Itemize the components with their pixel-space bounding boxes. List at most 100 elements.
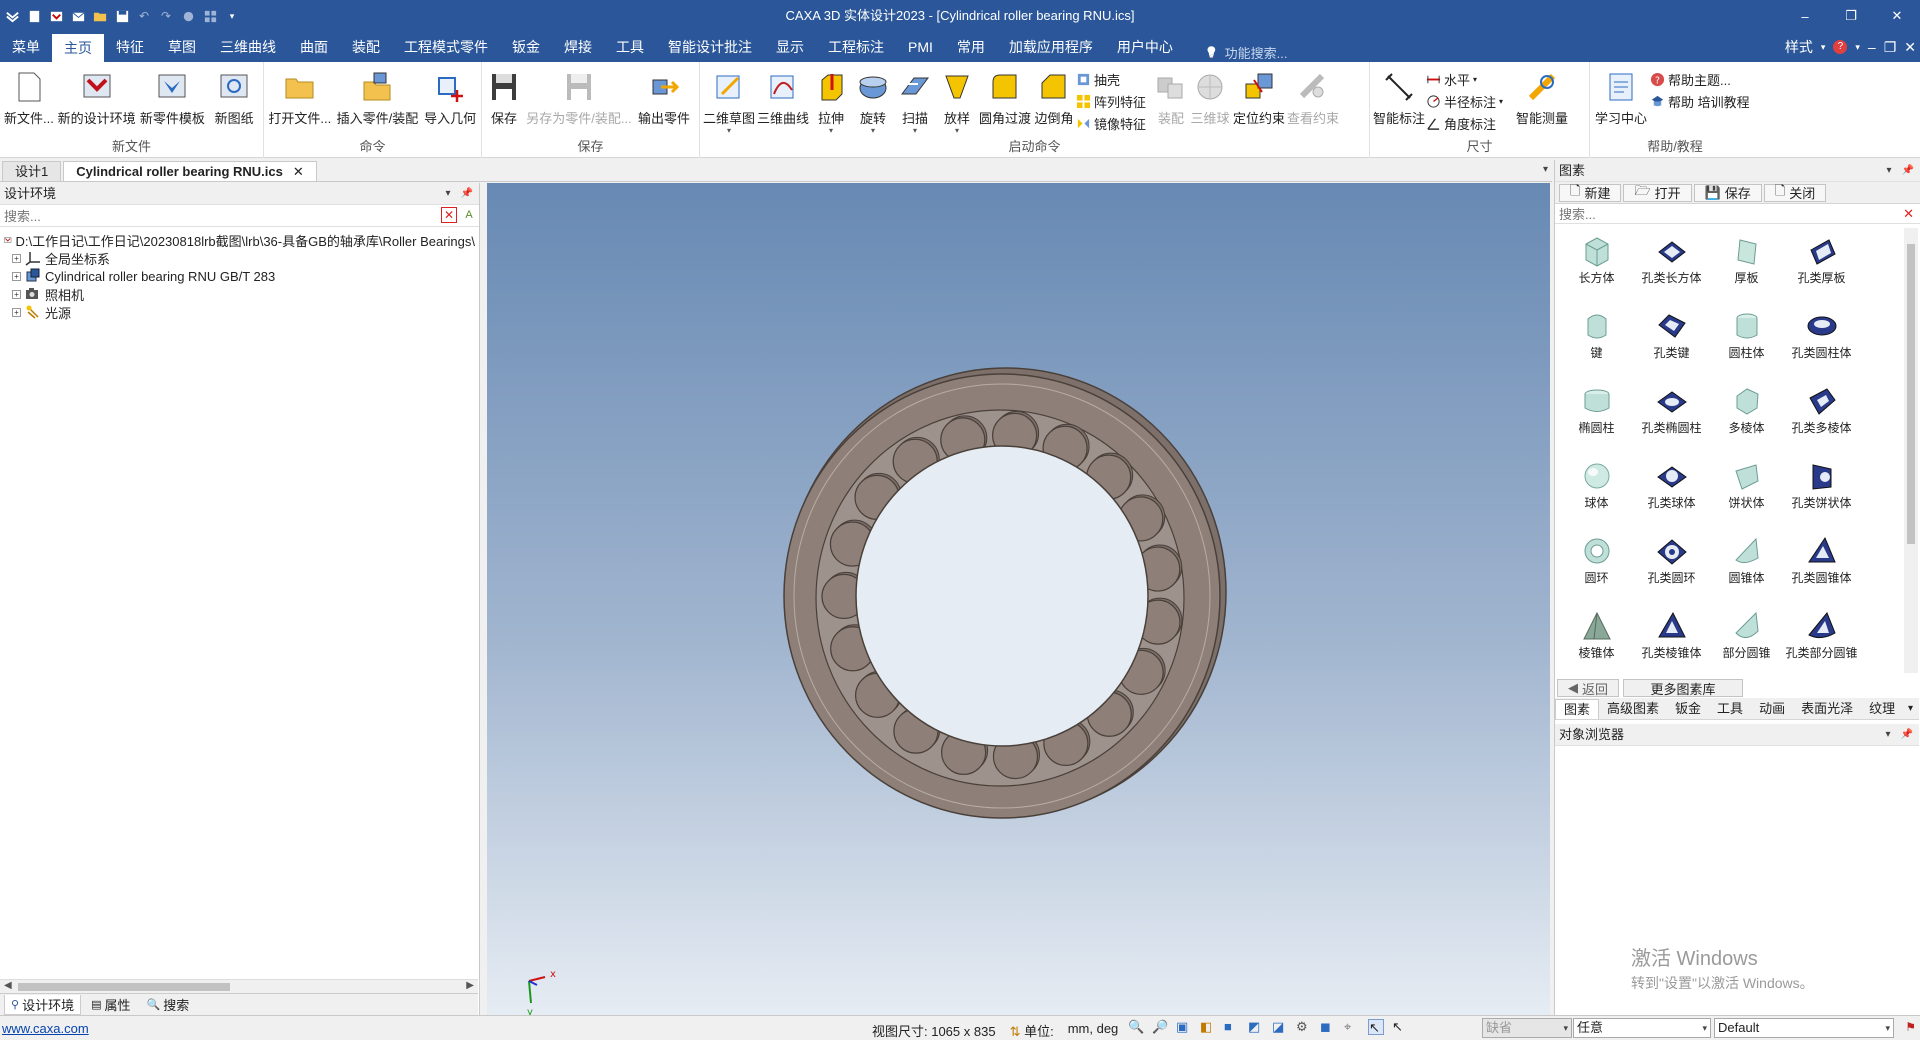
help-caret-icon[interactable]: ▾ xyxy=(1855,42,1860,53)
doc-tab-design1[interactable]: 设计1 xyxy=(2,161,62,181)
style-menu[interactable]: 样式 xyxy=(1785,37,1813,57)
primitive-item[interactable]: 孔类长方体 xyxy=(1634,228,1709,303)
clear-search-icon[interactable]: ✕ xyxy=(1903,206,1914,222)
more-libraries-button[interactable]: 更多图素库 xyxy=(1623,679,1744,697)
grid-tool-icon[interactable] xyxy=(202,8,218,24)
loft-button[interactable]: 放样 ▾ xyxy=(936,64,978,140)
zoom-window-icon[interactable]: 🔎 xyxy=(1152,1019,1168,1035)
tree-item-bearing[interactable]: + Cylindrical roller bearing RNU GB/T 28… xyxy=(4,267,475,285)
selection-dropdown[interactable]: 任意 ▾ xyxy=(1573,1018,1711,1038)
new-file-icon[interactable] xyxy=(26,8,42,24)
feature-search[interactable]: 💡 功能搜索... xyxy=(1205,43,1288,62)
clear-search-icon[interactable]: ✕ xyxy=(441,207,457,223)
primitive-item[interactable]: 孔类椭圆柱 xyxy=(1634,378,1709,453)
lighting-icon[interactable]: ◪ xyxy=(1272,1019,1288,1035)
sketch-2d-button[interactable]: 二维草图 ▾ xyxy=(702,64,756,140)
primitive-item[interactable]: 孔类圆柱体 xyxy=(1784,303,1859,378)
horizontal-scrollbar[interactable]: ◀ ▶ xyxy=(0,979,478,993)
panel-menu-icon[interactable]: ▾ xyxy=(446,183,451,205)
expand-icon[interactable]: + xyxy=(12,253,21,263)
website-link[interactable]: www.caxa.com xyxy=(2,1021,89,1036)
primitive-item[interactable]: 饼状体 xyxy=(1709,453,1784,528)
menu-tab-17[interactable]: 用户中心 xyxy=(1105,32,1185,62)
primitive-item[interactable]: 圆环 xyxy=(1559,528,1634,603)
tree-item-camera[interactable]: + 照相机 xyxy=(4,285,475,303)
library-search-input[interactable]: 搜索... ✕ xyxy=(1555,204,1920,224)
expand-icon[interactable]: + xyxy=(12,289,21,299)
help-topics-button[interactable]: ? 帮助主题... xyxy=(1650,70,1756,89)
primitive-item[interactable]: 孔类圆锥体 xyxy=(1784,528,1859,603)
chamfer-button[interactable]: 边倒角 xyxy=(1032,64,1076,140)
view-orient-icon[interactable]: ▣ xyxy=(1176,1019,1192,1035)
save-icon[interactable] xyxy=(114,8,130,24)
scroll-thumb[interactable] xyxy=(18,983,230,991)
category-tab-4[interactable]: 动画 xyxy=(1751,699,1793,719)
primitive-item[interactable]: 孔类键 xyxy=(1634,303,1709,378)
scroll-right-icon[interactable]: ▶ xyxy=(466,980,474,991)
pin-icon[interactable]: 📌 xyxy=(1902,160,1914,182)
tab-search[interactable]: 🔍 搜索 xyxy=(141,995,196,1015)
menu-tab-2[interactable]: 特征 xyxy=(104,32,156,62)
menu-tab-10[interactable]: 工具 xyxy=(604,32,656,62)
doc-tab-bearing[interactable]: Cylindrical roller bearing RNU.ics ✕ xyxy=(63,161,317,181)
search-option-icon[interactable]: A xyxy=(461,207,477,223)
bearing-model[interactable] xyxy=(487,183,1550,1015)
primitive-item[interactable]: 孔类棱锥体 xyxy=(1634,603,1709,678)
select-pointer-icon[interactable]: ↖ xyxy=(1368,1019,1384,1035)
menu-tab-8[interactable]: 钣金 xyxy=(500,32,552,62)
menu-tab-12[interactable]: 显示 xyxy=(764,32,816,62)
primitive-item[interactable]: 椭圆柱 xyxy=(1559,378,1634,453)
primitive-item[interactable]: 部分圆锥 xyxy=(1709,603,1784,678)
shell-button[interactable]: 抽壳 xyxy=(1076,70,1154,89)
primitive-item[interactable]: 孔类多棱体 xyxy=(1784,378,1859,453)
view-constraint-button[interactable]: 查看约束 xyxy=(1286,64,1340,140)
revolve-button[interactable]: 旋转 ▾ xyxy=(852,64,894,140)
export-part-button[interactable]: 输出零件 xyxy=(634,64,694,140)
material-icon[interactable]: ⚙ xyxy=(1296,1019,1312,1035)
save-button[interactable]: 保存 xyxy=(484,64,524,140)
scroll-left-icon[interactable]: ◀ xyxy=(4,980,12,991)
menu-tab-4[interactable]: 三维曲线 xyxy=(208,32,288,62)
menu-tab-16[interactable]: 加载应用程序 xyxy=(997,32,1105,62)
horizontal-dim-button[interactable]: 水平 ▾ xyxy=(1426,70,1512,89)
pin-icon[interactable]: 📌 xyxy=(1901,724,1913,746)
section-icon[interactable]: ◩ xyxy=(1248,1019,1264,1035)
3d-ball-button[interactable]: 三维球 xyxy=(1188,64,1232,140)
smart-dimension-button[interactable]: 智能标注 xyxy=(1372,64,1426,140)
close-button[interactable]: ✕ xyxy=(1874,0,1920,32)
menu-tab-7[interactable]: 工程模式零件 xyxy=(392,32,500,62)
new-file-button[interactable]: 新文件... xyxy=(2,64,56,140)
primitive-item[interactable]: 厚板 xyxy=(1709,228,1784,303)
3d-viewport[interactable]: x y xyxy=(487,183,1550,1015)
box-icon[interactable]: ◼ xyxy=(1320,1019,1336,1035)
style-caret-icon[interactable]: ▾ xyxy=(1821,42,1826,53)
category-tab-5[interactable]: 表面光泽 xyxy=(1793,699,1861,719)
measure-icon[interactable]: ⌖ xyxy=(1344,1019,1360,1035)
new-part-template-button[interactable]: 新零件模板 xyxy=(137,64,207,140)
primitive-item[interactable]: 圆锥体 xyxy=(1709,528,1784,603)
insert-part-button[interactable]: 插入零件/装配 xyxy=(334,64,422,140)
app-logo-icon[interactable] xyxy=(4,8,20,24)
menu-tab-3[interactable]: 草图 xyxy=(156,32,208,62)
status-settings-icon[interactable]: ⚑ xyxy=(1905,1020,1916,1034)
mail-icon[interactable] xyxy=(70,8,86,24)
tree-search-input[interactable]: 搜索... ✕ A xyxy=(0,205,479,227)
filter-dropdown[interactable]: 缺省 ▾ xyxy=(1482,1018,1572,1038)
panel-menu-icon[interactable]: ▾ xyxy=(1887,160,1892,182)
style-dropdown[interactable]: Default ▾ xyxy=(1714,1018,1894,1038)
primitive-item[interactable]: 孔类厚板 xyxy=(1784,228,1859,303)
close-tab-icon[interactable]: ✕ xyxy=(293,164,304,179)
primitive-item[interactable]: 孔类球体 xyxy=(1634,453,1709,528)
ribbon-restore-icon[interactable]: ❐ xyxy=(1884,39,1897,56)
category-tab-2[interactable]: 钣金 xyxy=(1667,699,1709,719)
tree-root[interactable]: D:\工作日记\工作日记\20230818lrb截图\lrb\36-具备GB的轴… xyxy=(4,231,475,249)
new-design-env-button[interactable]: 新的设计环境 xyxy=(56,64,138,140)
smart-measure-button[interactable]: 智能测量 xyxy=(1512,64,1572,140)
extrude-button[interactable]: 拉伸 ▾ xyxy=(810,64,852,140)
primitive-item[interactable]: 孔类圆环 xyxy=(1634,528,1709,603)
library-new-button[interactable]: 🗋 新建 xyxy=(1559,183,1622,202)
expand-icon[interactable]: + xyxy=(12,271,21,281)
pin-icon[interactable]: 📌 xyxy=(461,183,473,205)
vertical-scrollbar[interactable] xyxy=(1904,228,1918,673)
curve-3d-button[interactable]: 三维曲线 xyxy=(756,64,810,140)
